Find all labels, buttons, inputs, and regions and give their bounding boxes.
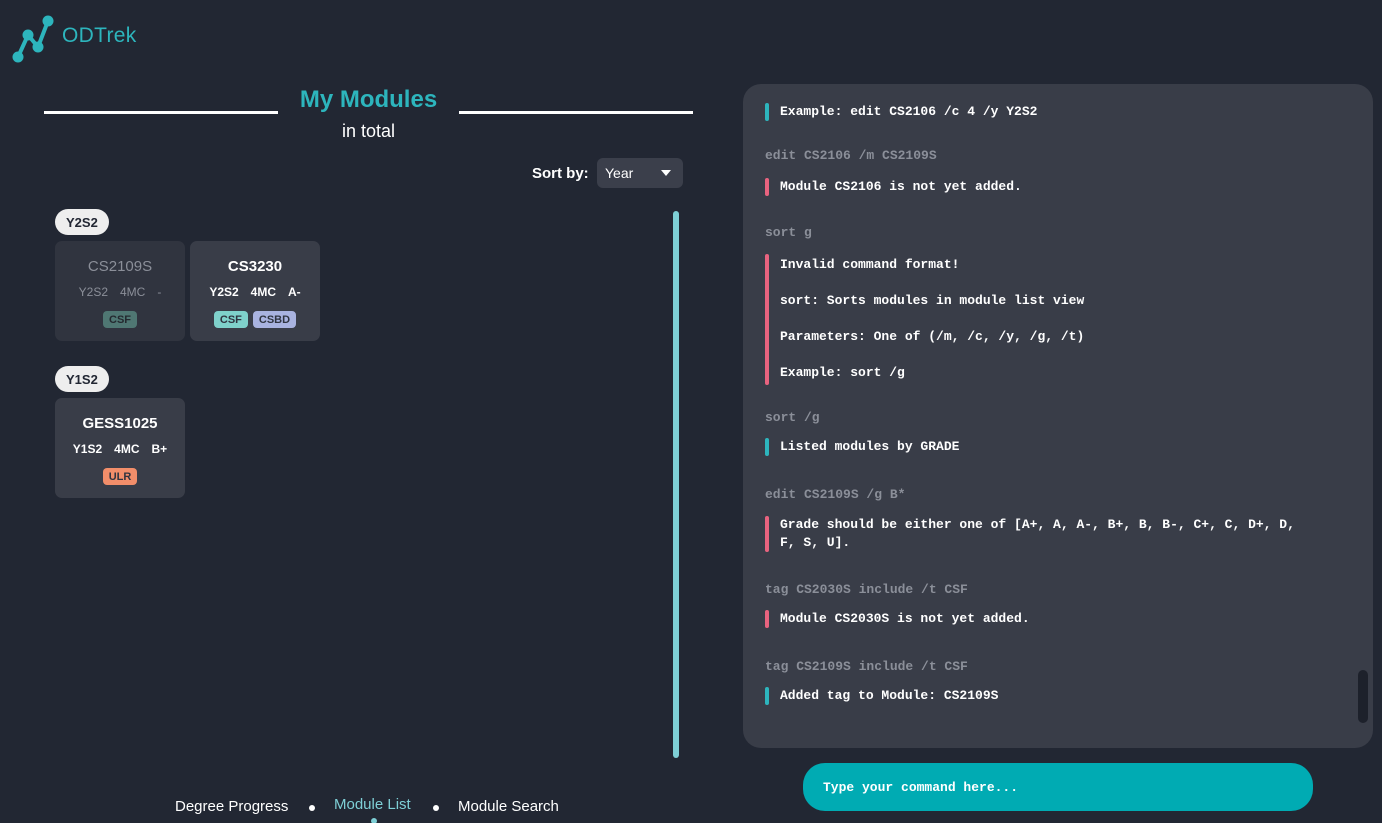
sort-label: Sort by: [532, 165, 589, 182]
module-tags: CSF [55, 311, 185, 328]
sort-selected-value: Year [605, 165, 634, 181]
module-tags: CSF CSBD [190, 311, 320, 328]
title-divider-left [44, 111, 278, 114]
module-credits: 4MC [114, 442, 140, 456]
module-year: Y2S2 [209, 285, 239, 299]
module-info: Y2S2 4MC - [55, 285, 185, 299]
module-grade: A- [288, 285, 301, 299]
nav-module-search[interactable]: Module Search [458, 798, 559, 815]
command-history-entry: tag CS2109S include /t CSF [765, 659, 968, 674]
module-code: CS2109S [87, 258, 153, 275]
command-history-entry: sort g [765, 225, 812, 240]
module-credits: 4MC [250, 285, 277, 299]
module-card[interactable]: CS2109S Y2S2 4MC - CSF [55, 241, 185, 341]
module-year: Y1S2 [72, 442, 103, 456]
command-history-entry: edit CS2109S /g B* [765, 487, 906, 502]
command-input[interactable] [803, 763, 1313, 811]
app-logo: ODTrek [12, 14, 136, 64]
result-message: Invalid command format! sort: Sorts modu… [765, 254, 1084, 385]
nav-degree-progress[interactable]: Degree Progress [175, 798, 288, 815]
module-info: Y2S2 4MC A- [190, 285, 320, 299]
result-indicator [765, 610, 769, 628]
module-tags: ULR [55, 468, 185, 485]
result-indicator [765, 254, 769, 385]
module-tag: ULR [102, 468, 138, 485]
nav-separator-dot [433, 805, 439, 811]
module-tag: CSBD [252, 311, 297, 328]
module-code: GESS1025 [82, 415, 158, 432]
result-message: Module CS2030S is not yet added. [765, 610, 1030, 628]
module-tag: CSF [213, 311, 248, 328]
year-badge: Y2S2 [55, 209, 109, 235]
command-history-entry: edit CS2106 /m CS2109S [765, 148, 937, 163]
command-history-entry: sort /g [765, 410, 820, 425]
module-card[interactable]: GESS1025 Y1S2 4MC B+ ULR [55, 398, 185, 498]
nav-active-indicator [371, 818, 377, 823]
module-card[interactable]: CS3230 Y2S2 4MC A- CSF CSBD [190, 241, 320, 341]
module-grade: B+ [151, 442, 168, 456]
result-message: Module CS2106 is not yet added. [765, 178, 1022, 196]
result-panel-scrollbar[interactable] [1358, 670, 1368, 723]
result-indicator [765, 516, 769, 552]
module-code: CS3230 [227, 258, 283, 275]
sort-dropdown[interactable]: Year [597, 158, 683, 188]
caret-down-icon [661, 170, 671, 176]
result-message: Example: edit CS2106 /c 4 /y Y2S2 [765, 103, 1037, 121]
module-grade: - [157, 285, 162, 299]
module-credits: 4MC [120, 285, 146, 299]
result-indicator [765, 178, 769, 196]
module-list-scrollbar[interactable] [673, 211, 679, 758]
result-indicator [765, 103, 769, 121]
nav-module-list[interactable]: Module List [334, 796, 411, 813]
result-message: Grade should be either one of [A+, A, A-… [765, 516, 1345, 552]
page-title: My Modules [299, 86, 438, 113]
result-message: Added tag to Module: CS2109S [765, 687, 998, 705]
result-indicator [765, 438, 769, 456]
result-indicator [765, 687, 769, 705]
command-history-entry: tag CS2030S include /t CSF [765, 582, 968, 597]
title-divider-right [459, 111, 693, 114]
module-tag: CSF [103, 311, 137, 328]
result-message: Listed modules by GRADE [765, 438, 959, 456]
module-info: Y1S2 4MC B+ [55, 442, 185, 456]
result-panel: Example: edit CS2106 /c 4 /y Y2S2 edit C… [743, 84, 1373, 748]
year-badge: Y1S2 [55, 366, 109, 392]
app-name: ODTrek [62, 24, 137, 47]
nav-separator-dot [309, 805, 315, 811]
odtrek-logo-icon [12, 15, 54, 63]
page-subtitle: in total [341, 121, 396, 141]
module-year: Y2S2 [78, 285, 108, 299]
